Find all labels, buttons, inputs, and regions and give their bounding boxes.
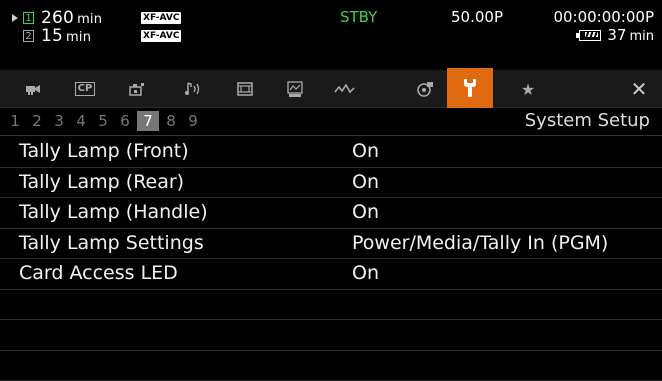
close-icon: ✕ [631,77,648,101]
tab-assist-functions[interactable] [322,70,368,108]
camera-setup-icon [128,81,146,97]
settings-list: Tally Lamp (Front) On Tally Lamp (Rear) … [0,137,662,381]
remaining-time-unit: min [77,12,102,27]
remaining-time-value: 260 [41,8,74,28]
recording-format-badge: XF-AVC [141,12,181,24]
tab-system-setup[interactable] [447,68,493,108]
page-5[interactable]: 5 [92,111,114,131]
tab-camera[interactable] [10,70,56,108]
frame-rate: 50.00P [451,8,503,26]
card-slot-number: 1 [23,12,34,24]
camera-icon [24,82,42,96]
page-8[interactable]: 8 [160,111,182,131]
battery-value: 37 [607,26,626,44]
setting-value: On [352,262,379,284]
star-icon: ★ [521,80,535,99]
card-slot-1-status: 1 260min XF-AVC [12,9,181,27]
setting-row-tally-handle[interactable]: Tally Lamp (Handle) On [0,198,662,229]
playback-icon [286,80,304,98]
setting-label: Tally Lamp (Front) [19,140,189,162]
setting-value: On [352,171,379,193]
setting-row-tally-settings[interactable]: Tally Lamp Settings Power/Media/Tally In… [0,229,662,260]
card-slot-2-status: 2 15min XF-AVC [12,27,181,45]
tab-video-setup[interactable] [222,70,268,108]
remaining-time: 260min [41,8,131,28]
page-numbers: 1 2 3 4 5 6 7 8 9 [4,111,204,131]
page-9[interactable]: 9 [182,111,204,131]
setting-label: Tally Lamp Settings [19,232,204,254]
section-title: System Setup [525,110,650,131]
setting-value: On [352,201,379,223]
setting-label: Tally Lamp (Handle) [19,201,208,223]
setting-value: Power/Media/Tally In (PGM) [352,232,608,254]
setting-row-empty [0,351,662,381]
page-6[interactable]: 6 [114,111,136,131]
setting-row-empty [0,320,662,351]
setting-label: Card Access LED [19,262,178,284]
battery-status: 37min [579,26,654,44]
setting-row-tally-rear[interactable]: Tally Lamp (Rear) On [0,168,662,199]
setting-row-empty [0,290,662,321]
page-4[interactable]: 4 [70,111,92,131]
film-frame-icon [236,81,254,97]
tab-audio[interactable] [170,70,216,108]
recording-format-badge: XF-AVC [141,30,181,42]
recording-mode-status: STBY [340,8,377,26]
tab-recording-media[interactable] [402,70,448,108]
setting-row-tally-front[interactable]: Tally Lamp (Front) On [0,137,662,168]
page-2[interactable]: 2 [26,111,48,131]
play-indicator-icon [12,14,18,22]
close-menu-button[interactable]: ✕ [616,70,662,108]
recording-media-icon [415,80,435,98]
waveform-icon [334,82,356,96]
remaining-time: 15min [41,26,131,46]
remaining-time-unit: min [66,30,91,45]
battery-icon [579,30,601,41]
card-slot-number: 2 [23,30,34,42]
menu-tab-bar: CP ★ ✕ [0,70,662,108]
status-bar: 1 260min XF-AVC 2 15min XF-AVC STBY 50.0… [0,0,662,66]
wrench-icon [460,77,480,99]
audio-icon [183,81,203,97]
tab-lcd-vf-setup[interactable] [272,70,318,108]
tab-custom-picture[interactable]: CP [62,70,108,108]
battery-remaining: 37min [607,26,654,44]
setting-row-card-access-led[interactable]: Card Access LED On [0,259,662,290]
page-7[interactable]: 7 [137,111,159,131]
setting-value: On [352,140,379,162]
setting-label: Tally Lamp (Rear) [19,171,184,193]
tab-my-menu[interactable]: ★ [505,70,551,108]
battery-unit: min [629,29,654,44]
custom-picture-icon: CP [75,82,96,96]
page-1[interactable]: 1 [4,111,26,131]
remaining-time-value: 15 [41,26,63,46]
timecode: 00:00:00:00P [553,8,654,26]
page-3[interactable]: 3 [48,111,70,131]
page-selector-bar: 1 2 3 4 5 6 7 8 9 System Setup [0,108,662,136]
tab-camera-setup[interactable] [114,70,160,108]
